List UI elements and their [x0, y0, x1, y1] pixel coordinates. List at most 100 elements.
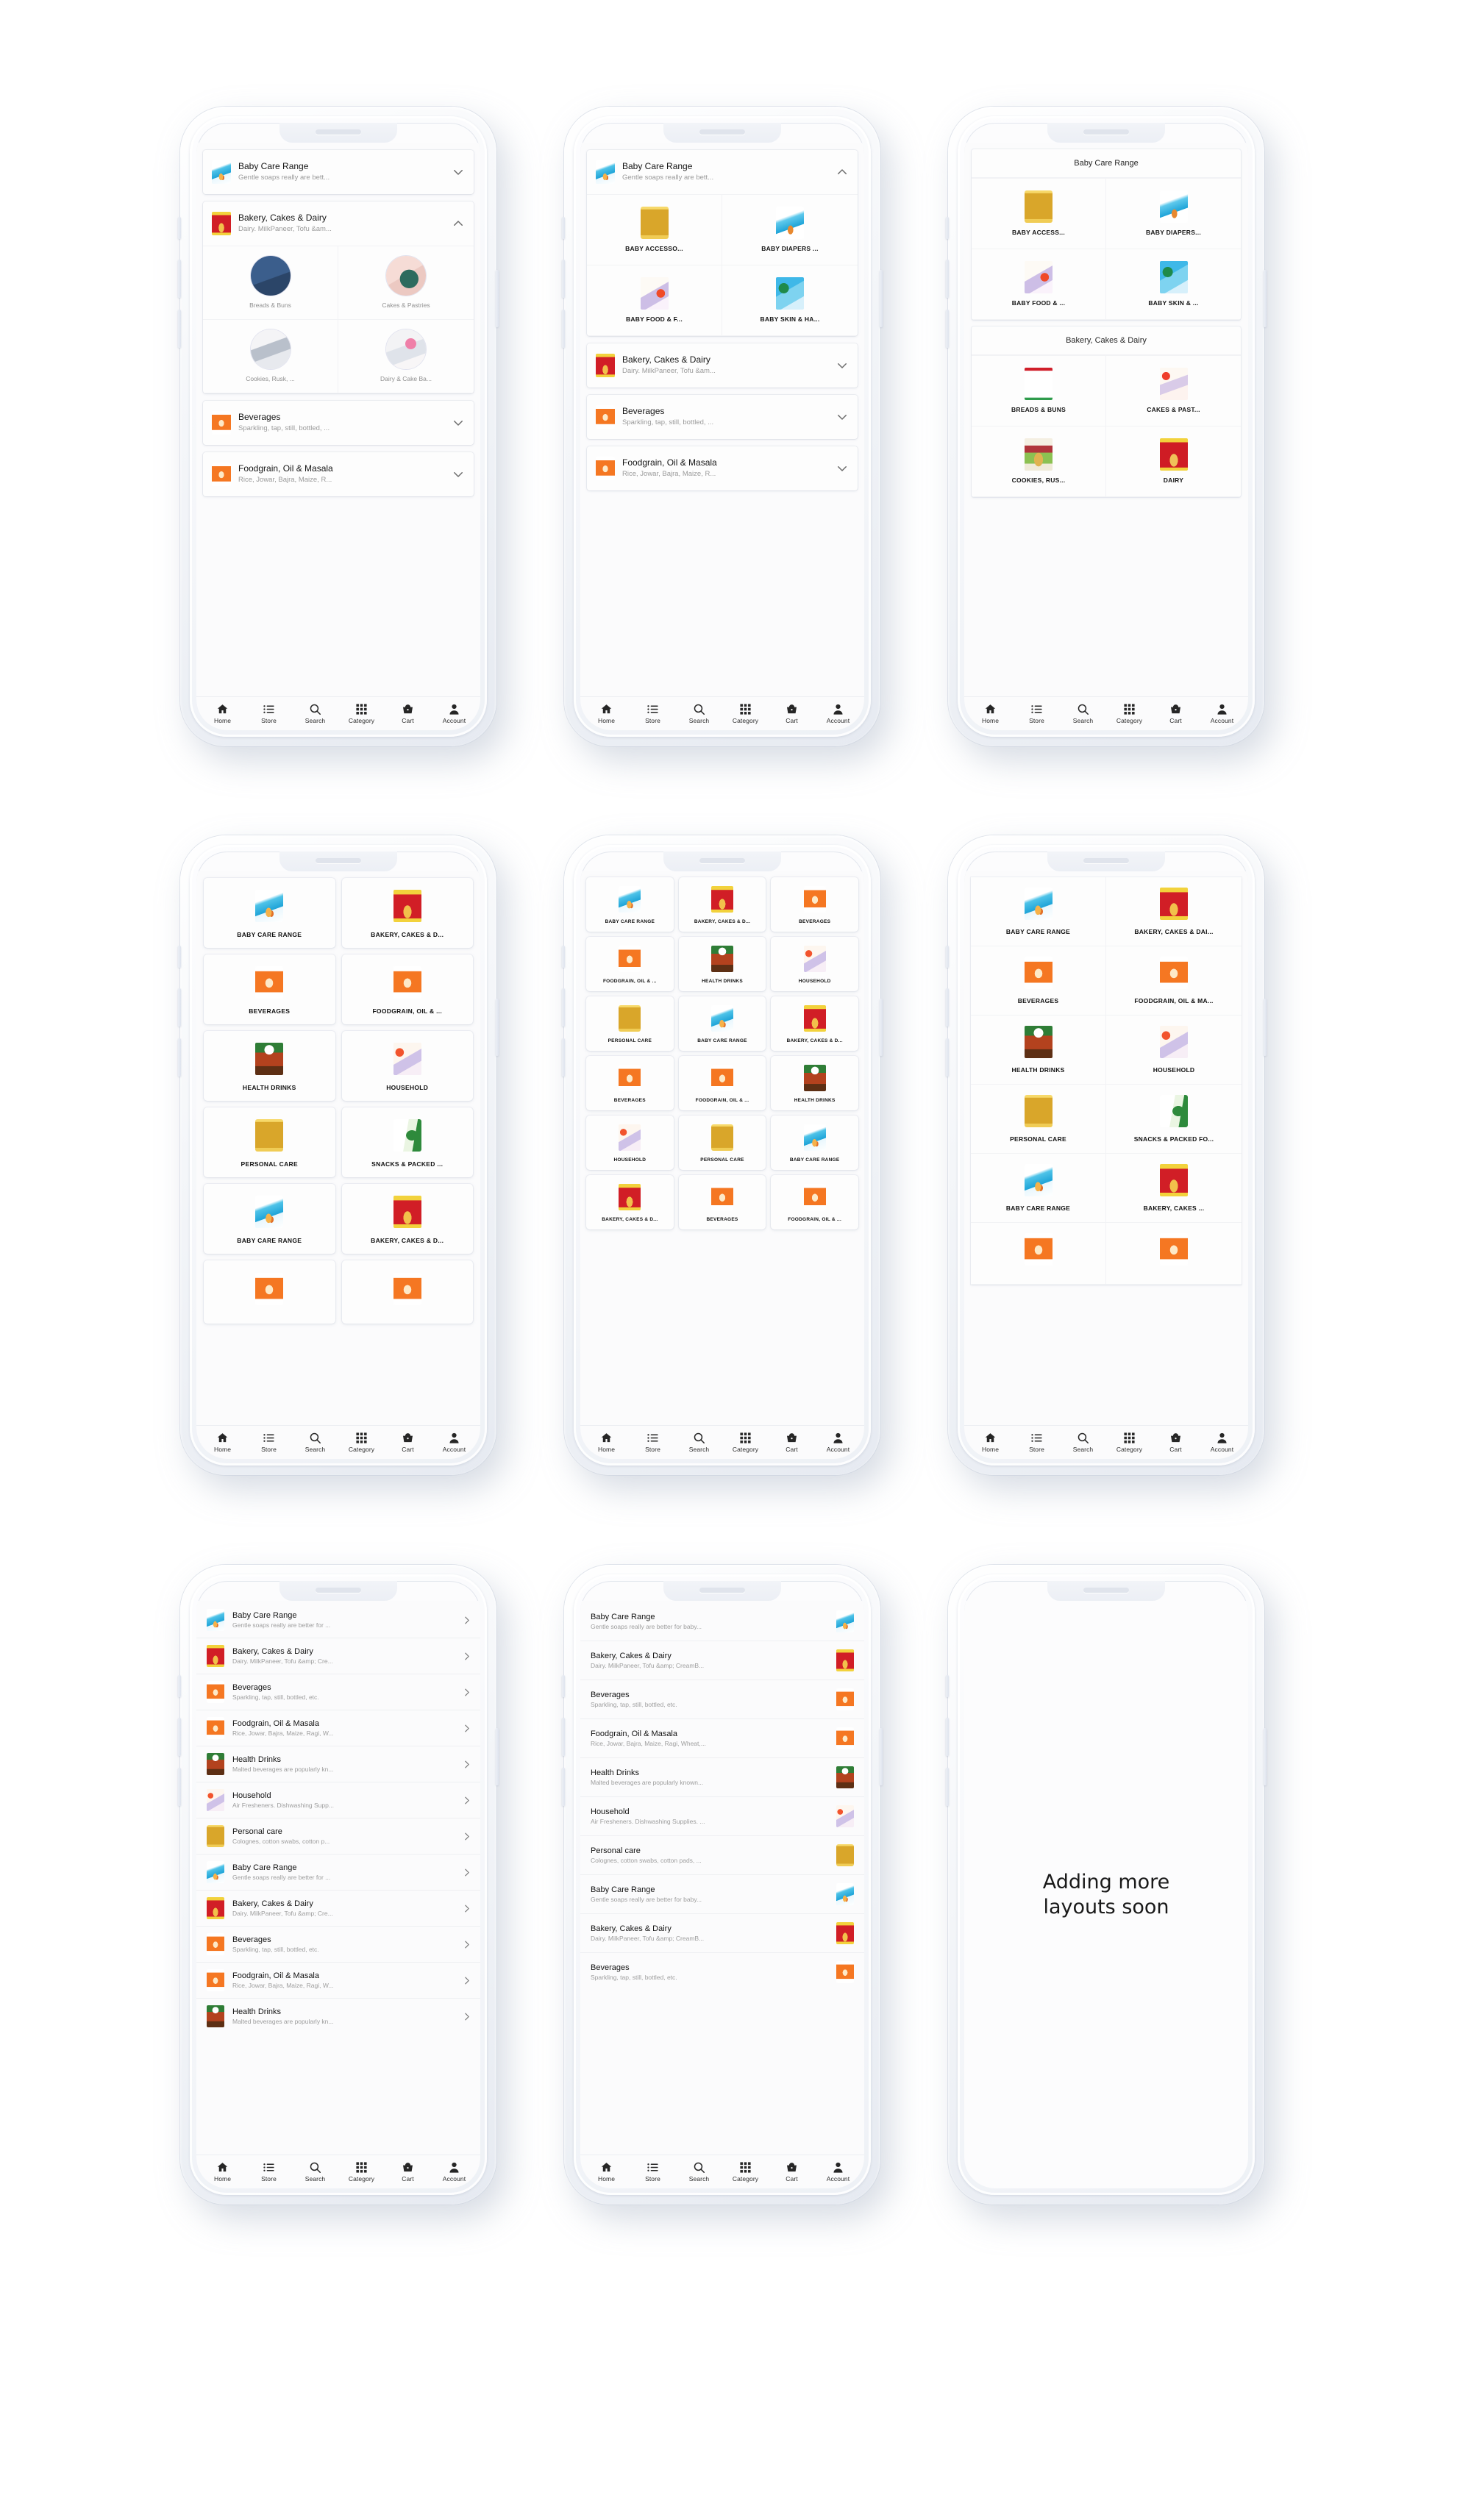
person-icon[interactable] — [1216, 1432, 1228, 1444]
tab-category[interactable]: Category — [339, 703, 385, 724]
category-card[interactable]: BAKERY, CAKES & D... — [771, 996, 858, 1051]
list-icon[interactable] — [263, 703, 275, 715]
category-card[interactable]: FOODGRAIN, OIL & ... — [586, 937, 674, 991]
category-card[interactable]: BAKERY, CAKES & D... — [678, 877, 766, 932]
chevron-down-icon[interactable] — [836, 359, 849, 372]
search-icon[interactable] — [1077, 703, 1089, 715]
category-card[interactable]: BABY CARE RANGE — [586, 877, 674, 932]
home-icon[interactable] — [600, 703, 613, 715]
tab-category[interactable]: Category — [723, 2161, 769, 2182]
grid-icon[interactable] — [1123, 703, 1136, 715]
tab-home[interactable]: Home — [200, 2161, 246, 2182]
tab-home[interactable]: Home — [200, 1432, 246, 1453]
tab-account[interactable]: Account — [816, 703, 861, 724]
tab-home[interactable]: Home — [200, 703, 246, 724]
tab-search[interactable]: Search — [1061, 703, 1106, 724]
chevron-down-icon[interactable] — [452, 416, 465, 429]
tab-category[interactable]: Category — [1107, 1432, 1153, 1453]
tab-cart[interactable]: Cart — [769, 1432, 815, 1453]
list-item[interactable]: Baby Care Range Gentle soaps really are b… — [580, 1874, 864, 1913]
basket-icon[interactable] — [1169, 703, 1182, 715]
chevron-down-icon[interactable] — [452, 468, 465, 481]
search-icon[interactable] — [309, 703, 321, 715]
category-card[interactable] — [341, 1260, 473, 1324]
list-item[interactable]: Baby Care Range Gentle soaps really are b… — [196, 1854, 480, 1890]
subcategory-cell[interactable]: BABY FOOD & ... — [972, 249, 1106, 320]
category-cell[interactable]: BEVERAGES — [971, 946, 1106, 1016]
tab-cart[interactable]: Cart — [385, 703, 431, 724]
chevron-down-icon[interactable] — [452, 165, 465, 179]
person-icon[interactable] — [832, 1432, 844, 1444]
accordion-header-beverages[interactable]: Beverages Sparkling, tap, still, bottled,… — [203, 401, 474, 445]
list-item[interactable]: Bakery, Cakes & Dairy Dairy. MilkPaneer, … — [580, 1913, 864, 1952]
category-cell[interactable]: FOODGRAIN, OIL & MA... — [1106, 946, 1242, 1016]
search-icon[interactable] — [1077, 1432, 1089, 1444]
accordion-header-baby_care[interactable]: Baby Care Range Gentle soaps really are b… — [587, 150, 858, 194]
category-cell[interactable]: SNACKS & PACKED FO... — [1106, 1085, 1242, 1154]
subcategory-cell[interactable]: BABY ACCESSO... — [587, 195, 722, 265]
tab-search[interactable]: Search — [293, 1432, 338, 1453]
category-card[interactable]: BAKERY, CAKES & D... — [341, 878, 473, 948]
category-card[interactable]: BEVERAGES — [678, 1175, 766, 1229]
tab-category[interactable]: Category — [723, 1432, 769, 1453]
category-card[interactable]: FOODGRAIN, OIL & ... — [678, 1056, 766, 1110]
tab-account[interactable]: Account — [432, 2161, 477, 2182]
person-icon[interactable] — [448, 703, 460, 715]
person-icon[interactable] — [832, 2161, 844, 2174]
list-icon[interactable] — [263, 1432, 275, 1444]
list-item[interactable]: Bakery, Cakes & Dairy Dairy. MilkPaneer, … — [580, 1641, 864, 1680]
category-card[interactable]: BEVERAGES — [771, 877, 858, 932]
list-item[interactable]: Beverages Sparkling, tap, still, bottled,… — [196, 1926, 480, 1962]
category-card[interactable]: HEALTH DRINKS — [678, 937, 766, 991]
accordion-header-foodgrain[interactable]: Foodgrain, Oil & Masala Rice, Jowar, Bajr… — [203, 452, 474, 496]
list-icon[interactable] — [1030, 1432, 1043, 1444]
basket-icon[interactable] — [786, 1432, 798, 1444]
tab-home[interactable]: Home — [584, 2161, 630, 2182]
category-card[interactable]: HEALTH DRINKS — [204, 1031, 335, 1101]
category-cell[interactable]: BAKERY, CAKES ... — [1106, 1154, 1242, 1223]
list-item[interactable]: Health Drinks Malted beverages are popula… — [196, 1746, 480, 1782]
category-card[interactable]: BEVERAGES — [204, 954, 335, 1024]
chevron-right-icon[interactable] — [462, 1724, 471, 1733]
subcategory-cell[interactable]: BABY DIAPERS... — [1106, 179, 1241, 249]
category-cell[interactable]: HOUSEHOLD — [1106, 1016, 1242, 1085]
basket-icon[interactable] — [786, 703, 798, 715]
home-icon[interactable] — [600, 2161, 613, 2174]
list-item[interactable]: Health Drinks Malted beverages are popula… — [196, 1998, 480, 2034]
search-icon[interactable] — [693, 703, 705, 715]
chevron-up-icon[interactable] — [836, 165, 849, 179]
list-item[interactable]: Baby Care Range Gentle soaps really are b… — [580, 1602, 864, 1641]
chevron-right-icon[interactable] — [462, 1868, 471, 1877]
category-card[interactable]: PERSONAL CARE — [678, 1116, 766, 1170]
category-card[interactable]: BAKERY, CAKES & D... — [341, 1184, 473, 1254]
subcategory-cell[interactable]: BREADS & BUNS — [972, 356, 1106, 426]
tab-home[interactable]: Home — [584, 703, 630, 724]
list-item[interactable]: Beverages Sparkling, tap, still, bottled,… — [580, 1952, 864, 1991]
grid-icon[interactable] — [355, 1432, 368, 1444]
category-card[interactable]: HOUSEHOLD — [586, 1116, 674, 1170]
home-icon[interactable] — [216, 1432, 229, 1444]
category-card[interactable]: BABY CARE RANGE — [771, 1116, 858, 1170]
grid-icon[interactable] — [1123, 1432, 1136, 1444]
accordion-header-bakery[interactable]: Bakery, Cakes & Dairy Dairy. MilkPaneer, … — [203, 201, 474, 246]
chevron-right-icon[interactable] — [462, 1832, 471, 1841]
grid-icon[interactable] — [739, 1432, 752, 1444]
category-card[interactable]: SNACKS & PACKED ... — [341, 1107, 473, 1177]
tab-search[interactable]: Search — [1061, 1432, 1106, 1453]
list-item[interactable]: Bakery, Cakes & Dairy Dairy. MilkPaneer, … — [196, 1638, 480, 1674]
category-cell[interactable]: HEALTH DRINKS — [971, 1016, 1106, 1085]
category-cell[interactable]: BABY CARE RANGE — [971, 1154, 1106, 1223]
category-card[interactable]: HEALTH DRINKS — [771, 1056, 858, 1110]
tab-store[interactable]: Store — [246, 1432, 292, 1453]
search-icon[interactable] — [693, 2161, 705, 2174]
list-icon[interactable] — [263, 2161, 275, 2174]
subcategory-cell[interactable]: BABY SKIN & ... — [1106, 249, 1241, 320]
subcategory-cell[interactable]: Cookies, Rusk, ... — [203, 320, 338, 393]
category-card[interactable]: PERSONAL CARE — [204, 1107, 335, 1177]
tab-store[interactable]: Store — [246, 703, 292, 724]
subcategory-cell[interactable]: DAIRY — [1106, 426, 1241, 497]
tab-store[interactable]: Store — [1014, 1432, 1060, 1453]
basket-icon[interactable] — [402, 703, 414, 715]
accordion-header-beverages[interactable]: Beverages Sparkling, tap, still, bottled,… — [587, 395, 858, 439]
basket-icon[interactable] — [786, 2161, 798, 2174]
